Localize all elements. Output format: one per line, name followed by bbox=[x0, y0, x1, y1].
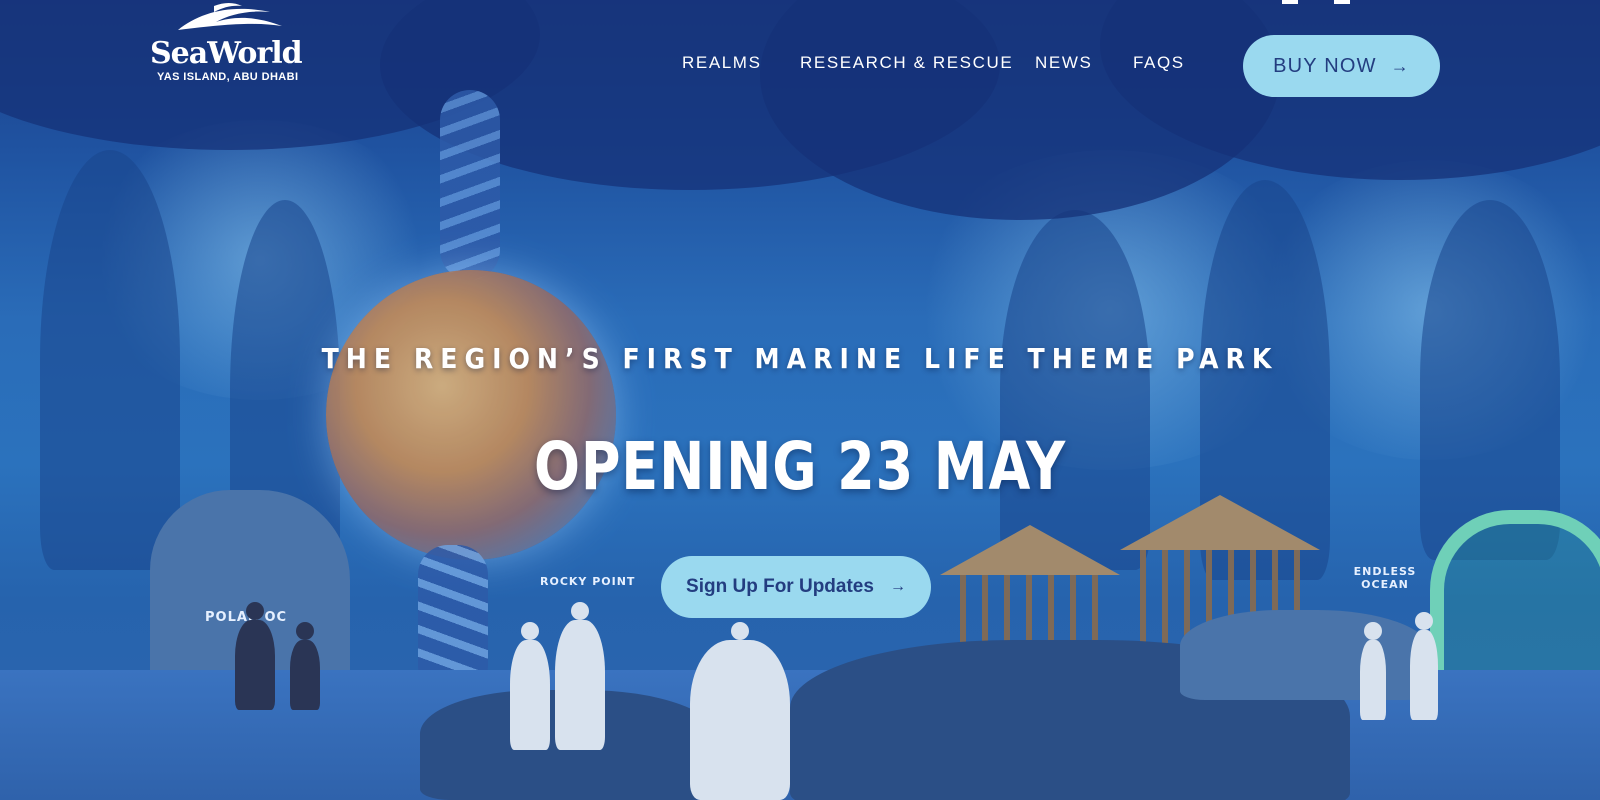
person-figure bbox=[690, 622, 790, 800]
person-figure bbox=[555, 602, 605, 750]
rocky-point-sign: ROCKY POINT bbox=[540, 575, 636, 588]
buy-now-button[interactable]: BUY NOW → bbox=[1243, 35, 1440, 97]
site-header: SeaWorld YAS ISLAND, ABU DHABI REALMS RE… bbox=[0, 0, 1600, 100]
kelp-plant bbox=[1420, 200, 1560, 560]
person-figure bbox=[510, 622, 550, 750]
sign-up-updates-button[interactable]: Sign Up For Updates → bbox=[661, 556, 931, 618]
person-figure bbox=[1360, 622, 1386, 720]
person-figure bbox=[1410, 612, 1438, 720]
buy-now-label: BUY NOW bbox=[1273, 54, 1377, 77]
hero-headline: OPENING 23 MAY bbox=[533, 428, 1067, 505]
hero-background-image: POLAR OC ROCKY POINT ENDLESS OCEAN bbox=[0, 0, 1600, 800]
orca-wave-icon bbox=[178, 3, 282, 30]
person-figure bbox=[235, 602, 275, 710]
top-mark bbox=[1282, 0, 1298, 4]
arrow-right-icon: → bbox=[1390, 55, 1410, 76]
logo-location: YAS ISLAND, ABU DHABI bbox=[157, 71, 299, 83]
blue-rock bbox=[1180, 610, 1430, 700]
nav-item-realms[interactable]: REALMS bbox=[682, 53, 762, 73]
hut-roof bbox=[940, 525, 1120, 575]
nav-item-faqs[interactable]: FAQS bbox=[1133, 53, 1185, 73]
kelp-globe bbox=[326, 270, 616, 560]
nav-item-news[interactable]: NEWS bbox=[1035, 53, 1092, 73]
top-mark bbox=[1334, 0, 1350, 4]
spiral-sculpture-top bbox=[440, 90, 500, 280]
seaworld-logo[interactable]: SeaWorld YAS ISLAND, ABU DHABI bbox=[150, 0, 310, 90]
logo-wordmark: SeaWorld bbox=[150, 36, 303, 71]
hero-kicker: THE REGION’S FIRST MARINE LIFE THEME PAR… bbox=[321, 342, 1279, 375]
arrow-right-icon: → bbox=[889, 578, 906, 595]
sign-up-label: Sign Up For Updates bbox=[686, 576, 874, 597]
person-figure bbox=[290, 622, 320, 710]
endless-ocean-sign: ENDLESS OCEAN bbox=[1353, 565, 1417, 591]
hero-section: POLAR OC ROCKY POINT ENDLESS OCEAN SeaWo… bbox=[0, 0, 1600, 800]
nav-item-research-rescue[interactable]: RESEARCH & RESCUE bbox=[800, 53, 1013, 73]
endless-ocean-arch bbox=[1430, 510, 1600, 694]
